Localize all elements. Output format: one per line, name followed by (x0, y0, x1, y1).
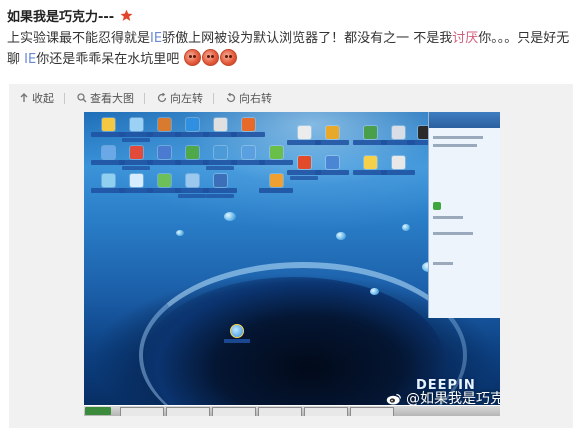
post-text-ie-link[interactable]: IE (24, 52, 36, 67)
chat-panel-status-icon (433, 202, 441, 210)
desktop-icon[interactable] (226, 118, 270, 137)
taskbar-item[interactable] (350, 407, 394, 416)
toolbar-divider (144, 92, 145, 104)
collapse-button[interactable]: 收起 (19, 90, 54, 106)
post-text-segment: 骄傲上网被设为默认浏览器了！都没有之一 不是我 (162, 31, 453, 46)
star-icon (120, 9, 133, 21)
image-toolbar: 收起 查看大图 向左转 向右转 (9, 84, 573, 112)
water-drop (176, 230, 184, 236)
post-text-segment: 上实验课最不能忍得就是 (7, 31, 151, 46)
start-button[interactable] (85, 407, 111, 415)
water-drop (336, 232, 346, 240)
chat-panel-line (433, 262, 453, 265)
taskbar-item[interactable] (120, 407, 164, 416)
rotate-left-label: 向左转 (170, 92, 203, 105)
rotate-left-icon (157, 93, 167, 103)
post-text-emphasis: 讨厌 (452, 31, 479, 46)
post-text-ie-link[interactable]: IE (150, 31, 162, 46)
toolbar-divider (213, 92, 214, 104)
water-drop (370, 288, 379, 295)
toolbar-divider (64, 92, 65, 104)
ie-desktop-icon[interactable] (222, 324, 252, 343)
taskbar-item[interactable] (212, 407, 256, 416)
chat-panel-header (429, 112, 500, 128)
water-drop (402, 224, 410, 231)
taskbar-item[interactable] (304, 407, 348, 416)
water-drop (224, 212, 236, 221)
emoji-icon (220, 49, 238, 66)
desktop-screenshot-image[interactable]: DEEPIN @如果我是巧克力 (84, 112, 500, 416)
collapse-arrow-icon (20, 93, 28, 102)
post-text: 上实验课最不能忍得就是IE骄傲上网被设为默认浏览器了！都没有之一 不是我讨厌你。… (7, 29, 573, 70)
collapse-label: 收起 (32, 92, 54, 105)
rotate-left-button[interactable]: 向左转 (157, 90, 203, 106)
desktop-icon[interactable] (376, 156, 420, 175)
chat-panel-line (433, 144, 477, 147)
rotate-right-button[interactable]: 向右转 (226, 90, 272, 106)
view-large-label: 查看大图 (90, 92, 134, 105)
desktop-icon[interactable] (198, 174, 242, 198)
chat-panel-line (433, 136, 483, 139)
rotate-right-label: 向右转 (239, 92, 272, 105)
taskbar-item[interactable] (258, 407, 302, 416)
magnifier-icon (77, 93, 87, 103)
chat-panel-line (433, 216, 463, 219)
ie-icon (230, 324, 244, 338)
emoji-icon (184, 49, 202, 66)
post-text-segment: 你还是乖乖呆在水坑里吧 (36, 52, 180, 67)
taskbar (84, 405, 500, 416)
media-card: 收起 查看大图 向左转 向右转 DEEPIN @如果我是巧克 (9, 84, 573, 428)
post-header: 如果我是巧克力--- (7, 6, 133, 25)
chat-panel-line (433, 232, 473, 235)
username[interactable]: 如果我是巧克力--- (7, 6, 114, 25)
view-large-button[interactable]: 查看大图 (77, 90, 134, 106)
weibo-post: 如果我是巧克力--- 上实验课最不能忍得就是IE骄傲上网被设为默认浏览器了！都没… (0, 0, 580, 433)
emoji-icon (202, 49, 220, 66)
taskbar-item[interactable] (166, 407, 210, 416)
rotate-right-icon (226, 93, 236, 103)
chat-panel[interactable] (428, 112, 500, 318)
weibo-logo-icon (386, 393, 401, 404)
